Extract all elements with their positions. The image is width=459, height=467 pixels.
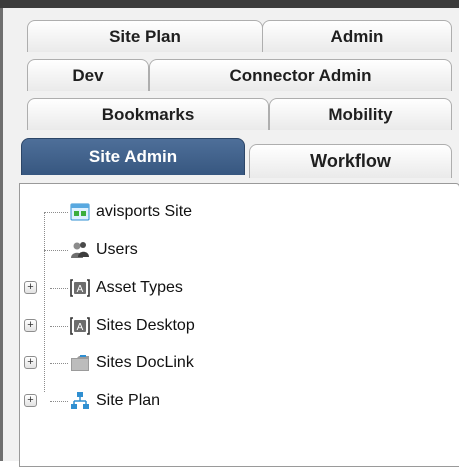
tree-item-sites-doclink[interactable]: Sites DocLink bbox=[70, 350, 194, 376]
tab-site-admin[interactable]: Site Admin bbox=[21, 138, 245, 175]
svg-text:A: A bbox=[77, 322, 84, 333]
tab-bookmarks[interactable]: Bookmarks bbox=[27, 98, 269, 130]
expand-sites-desktop[interactable]: + bbox=[24, 319, 37, 332]
tree-item-label: Sites DocLink bbox=[96, 354, 194, 371]
tree-item-label: avisports Site bbox=[96, 203, 193, 220]
admin-panel: Site Plan Admin Dev Connector Admin Book… bbox=[0, 8, 459, 467]
tree-item-site-plan[interactable]: Site Plan bbox=[70, 388, 160, 414]
users-icon bbox=[70, 240, 90, 260]
window-top-bar bbox=[0, 0, 459, 8]
tab-admin[interactable]: Admin bbox=[262, 20, 452, 52]
tree-item-label: Users bbox=[96, 241, 138, 258]
folder-icon bbox=[70, 353, 90, 373]
tree-item-label: Site Plan bbox=[96, 392, 161, 409]
site-plan-icon bbox=[70, 391, 90, 411]
tree-connector bbox=[50, 288, 68, 289]
tree-item-users[interactable]: Users bbox=[70, 237, 138, 263]
tab-mobility[interactable]: Mobility bbox=[269, 98, 452, 130]
tree-connector bbox=[50, 326, 68, 327]
tree-item-label: Asset Types bbox=[96, 279, 183, 296]
asset-type-icon: A bbox=[70, 316, 90, 336]
tree-item-avisports-site[interactable]: avisports Site bbox=[70, 199, 192, 225]
tab-connector-admin[interactable]: Connector Admin bbox=[149, 59, 452, 91]
tree-connector bbox=[44, 250, 68, 251]
site-icon bbox=[70, 202, 90, 222]
tree-item-sites-desktop[interactable]: A Sites Desktop bbox=[70, 313, 195, 339]
tree-connector bbox=[44, 212, 45, 392]
tree-connector bbox=[44, 212, 68, 213]
tab-site-plan[interactable]: Site Plan bbox=[27, 20, 263, 52]
tab-dev[interactable]: Dev bbox=[27, 59, 149, 91]
asset-type-icon: A bbox=[70, 278, 90, 298]
tab-workflow[interactable]: Workflow bbox=[249, 144, 452, 178]
svg-text:A: A bbox=[77, 284, 84, 295]
tree-connector bbox=[50, 363, 68, 364]
expand-asset-types[interactable]: + bbox=[24, 281, 37, 294]
tree-item-asset-types[interactable]: A Asset Types bbox=[70, 275, 183, 301]
tree-connector bbox=[50, 401, 68, 402]
expand-site-plan[interactable]: + bbox=[24, 394, 37, 407]
expand-sites-doclink[interactable]: + bbox=[24, 356, 37, 369]
tree-item-label: Sites Desktop bbox=[96, 317, 195, 334]
site-admin-tree-panel: + + + + avisports Site Users A Asset Typ… bbox=[19, 183, 459, 467]
